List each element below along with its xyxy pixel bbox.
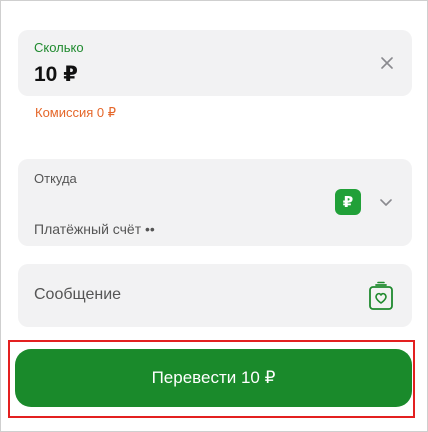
amount-label: Сколько xyxy=(34,40,84,55)
commission-text: Комиссия 0 ₽ xyxy=(35,105,117,120)
account-name: Платёжный счёт •• xyxy=(34,221,155,237)
source-label: Откуда xyxy=(34,171,77,186)
message-placeholder: Сообщение xyxy=(34,286,122,303)
message-input[interactable]: Сообщение xyxy=(18,264,412,327)
amount-field[interactable]: Сколько 10 ₽ xyxy=(18,30,412,96)
close-icon[interactable] xyxy=(376,52,398,74)
transfer-button[interactable]: Перевести 10 ₽ xyxy=(15,349,412,407)
ruble-icon: ₽ xyxy=(335,189,361,215)
amount-value[interactable]: 10 ₽ xyxy=(34,62,78,87)
chevron-down-icon[interactable] xyxy=(378,195,394,211)
greeting-card-icon[interactable] xyxy=(368,281,394,311)
source-account-selector[interactable]: Откуда Платёжный счёт •• ₽ xyxy=(18,159,412,246)
